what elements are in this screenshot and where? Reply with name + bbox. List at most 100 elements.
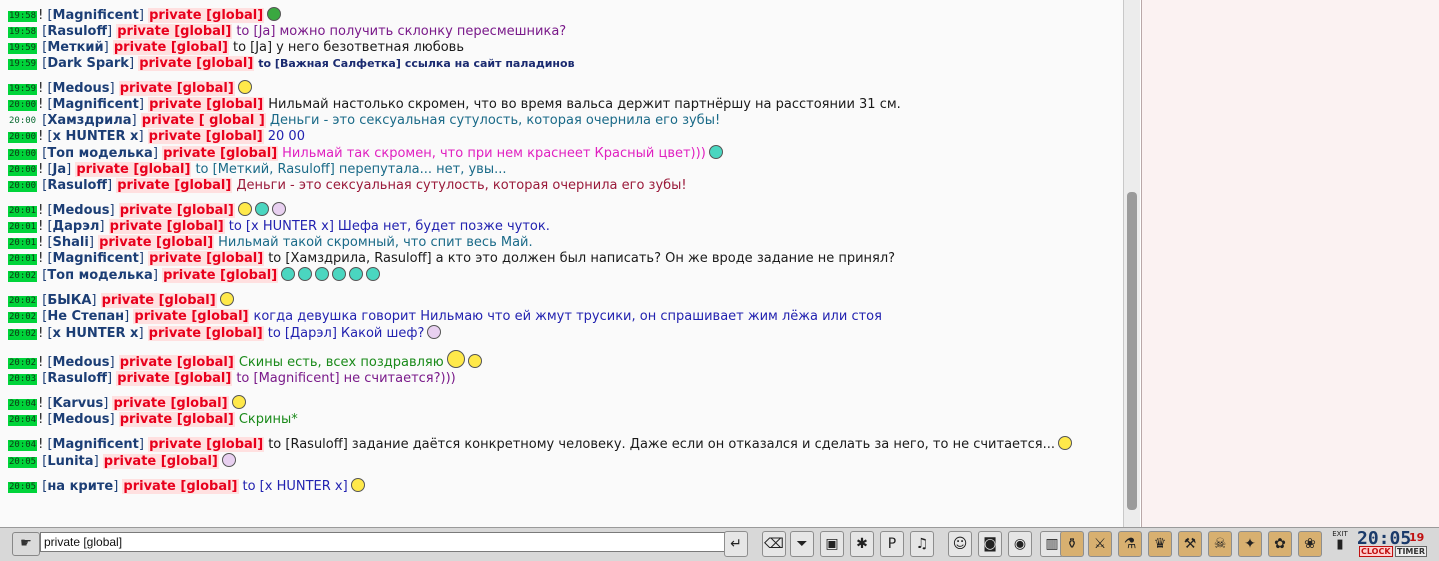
private-tag[interactable]: private [global]	[108, 219, 225, 234]
private-tag[interactable]: private [global]	[118, 412, 235, 427]
skill-icon-7[interactable]: ✦	[1238, 531, 1262, 557]
chat-mode-icon[interactable]: ☛	[12, 532, 40, 556]
timestamp[interactable]: 19:59	[8, 43, 38, 54]
timestamp[interactable]: 20:01	[8, 254, 38, 265]
timestamp[interactable]: 19:58	[8, 11, 38, 22]
recipient[interactable]: to [Magnificent]	[236, 371, 339, 386]
private-tag[interactable]: private [global]	[112, 40, 229, 55]
nickname[interactable]: Меткий	[47, 40, 103, 55]
timestamp[interactable]: 20:00	[8, 165, 38, 176]
skill-icon-3[interactable]: ⚗	[1118, 531, 1142, 557]
timestamp[interactable]: 20:02	[8, 271, 38, 282]
private-tag[interactable]: private [global]	[138, 56, 255, 71]
skill-icon-6[interactable]: ☠	[1208, 531, 1232, 557]
timestamp[interactable]: 19:59	[8, 59, 38, 70]
timestamp[interactable]: 20:00	[8, 181, 38, 192]
private-tag[interactable]: private [global]	[102, 454, 219, 469]
nickname[interactable]: Lunita	[47, 454, 93, 469]
filter-icon[interactable]: ⏷	[790, 531, 814, 557]
private-tag[interactable]: private [global]	[147, 326, 264, 341]
nickname[interactable]: Medous	[53, 203, 110, 218]
timestamp[interactable]: 20:04	[8, 399, 38, 410]
recipient[interactable]: to [Меткий, Rasuloff]	[195, 162, 334, 177]
pl-icon[interactable]: P	[880, 531, 904, 557]
timestamp[interactable]: 20:02	[8, 312, 38, 323]
private-tag[interactable]: private [global]	[98, 235, 215, 250]
nickname[interactable]: Magnificent	[53, 97, 139, 112]
private-tag[interactable]: private [global]	[148, 437, 265, 452]
record-icon[interactable]: ◉	[1008, 531, 1032, 557]
recipient[interactable]: to [x HUNTER x]	[229, 219, 334, 234]
nickname[interactable]: Топ моделька	[47, 146, 153, 161]
skill-icon-5[interactable]: ⚒	[1178, 531, 1202, 557]
chat-scrollbar[interactable]	[1123, 0, 1140, 527]
run-icon[interactable]: ✱	[850, 531, 874, 557]
skill-icon-1[interactable]: ⚱	[1060, 531, 1084, 557]
nickname[interactable]: Не Степан	[47, 309, 124, 324]
timestamp[interactable]: 20:05	[8, 457, 38, 468]
timestamp[interactable]: 20:04	[8, 440, 38, 451]
nickname[interactable]: Medous	[53, 412, 110, 427]
scrollbar-thumb[interactable]	[1127, 192, 1137, 510]
skill-icon-2[interactable]: ⚔	[1088, 531, 1112, 557]
nickname[interactable]: Medous	[53, 355, 110, 370]
nickname[interactable]: Dark Spark	[47, 56, 129, 71]
timestamp[interactable]: 19:58	[8, 27, 38, 38]
skill-icon-9[interactable]: ❀	[1298, 531, 1322, 557]
chat-input[interactable]	[40, 532, 728, 552]
private-tag[interactable]: private [global]	[116, 24, 233, 39]
recipient[interactable]: to [x HUNTER x]	[243, 479, 348, 494]
recipient[interactable]: to [Ja]	[236, 24, 275, 39]
private-tag[interactable]: private [ global ]	[140, 113, 266, 128]
nickname[interactable]: Shali	[53, 235, 89, 250]
nickname[interactable]: Дарэл	[53, 219, 100, 234]
timestamp[interactable]: 20:03	[8, 374, 38, 385]
private-tag[interactable]: private [global]	[75, 162, 192, 177]
timer-label[interactable]: TIMER	[1395, 546, 1428, 557]
nickname[interactable]: Karvus	[53, 396, 104, 411]
nickname[interactable]: Ja	[53, 162, 67, 177]
timestamp[interactable]: 20:00	[8, 149, 38, 160]
private-tag[interactable]: private [global]	[100, 293, 217, 308]
private-tag[interactable]: private [global]	[162, 146, 279, 161]
smiley-icon[interactable]: ☺	[948, 531, 972, 557]
nickname[interactable]: на крите	[47, 479, 113, 494]
timestamp[interactable]: 19:59	[8, 84, 38, 95]
timestamp[interactable]: 20:00	[8, 100, 38, 111]
timestamp[interactable]: 20:04	[8, 415, 38, 426]
nickname[interactable]: Rasuloff	[47, 178, 107, 193]
skill-icon-4[interactable]: ♛	[1148, 531, 1172, 557]
private-tag[interactable]: private [global]	[148, 8, 265, 23]
timestamp[interactable]: 20:05	[8, 482, 38, 493]
private-tag[interactable]: private [global]	[116, 178, 233, 193]
private-tag[interactable]: private [global]	[118, 203, 235, 218]
timestamp[interactable]: 20:00	[8, 132, 38, 143]
nickname[interactable]: Magnificent	[53, 251, 139, 266]
nickname[interactable]: БЫКА	[47, 293, 91, 308]
recipient[interactable]: to [Хамздрила, Rasuloff]	[268, 251, 431, 266]
send-icon[interactable]: ↵	[724, 531, 748, 557]
private-tag[interactable]: private [global]	[148, 97, 265, 112]
save-icon[interactable]: ▣	[820, 531, 844, 557]
timestamp[interactable]: 20:01	[8, 222, 38, 233]
private-tag[interactable]: private [global]	[112, 396, 229, 411]
timestamp[interactable]: 20:00	[8, 116, 37, 127]
recipient[interactable]: to [Дарэл]	[268, 326, 337, 341]
private-tag[interactable]: private [global]	[118, 81, 235, 96]
private-tag[interactable]: private [global]	[118, 355, 235, 370]
recipient[interactable]: to [Важная Салфетка]	[258, 57, 401, 70]
timestamp[interactable]: 20:01	[8, 238, 38, 249]
nickname[interactable]: Rasuloff	[47, 24, 107, 39]
clock-label[interactable]: CLOCK	[1359, 546, 1393, 557]
nickname[interactable]: Топ моделька	[47, 268, 153, 283]
nickname[interactable]: Rasuloff	[47, 371, 107, 386]
nickname[interactable]: Хамздрила	[47, 113, 131, 128]
private-tag[interactable]: private [global]	[148, 251, 265, 266]
private-tag[interactable]: private [global]	[133, 309, 250, 324]
timestamp[interactable]: 20:02	[8, 358, 38, 369]
sound-icon[interactable]: ♫	[910, 531, 934, 557]
timestamp[interactable]: 20:01	[8, 206, 38, 217]
recipient[interactable]: to [Rasuloff]	[268, 437, 348, 452]
private-tag[interactable]: private [global]	[147, 129, 264, 144]
private-tag[interactable]: private [global]	[116, 371, 233, 386]
